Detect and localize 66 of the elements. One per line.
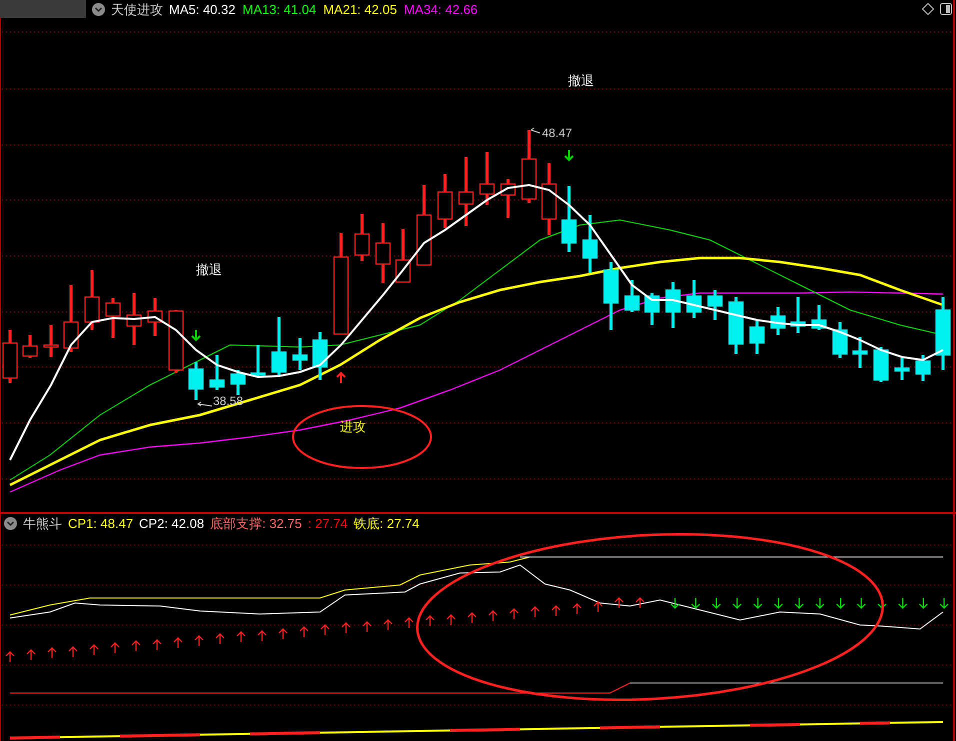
candlestick xyxy=(84,270,100,330)
candlestick xyxy=(147,298,163,336)
candlestick xyxy=(749,320,765,354)
indicator-value: MA34: 42.66 xyxy=(404,2,478,16)
candlestick xyxy=(873,347,889,382)
indicator-value: MA13: 41.04 xyxy=(242,2,316,16)
candlestick xyxy=(479,152,495,205)
down-arrow-icon xyxy=(564,149,574,162)
chevron-circle-icon[interactable] xyxy=(92,2,105,16)
candlestick xyxy=(707,290,723,320)
candlestick xyxy=(230,370,246,395)
leader-line xyxy=(530,128,540,134)
candlestick xyxy=(63,285,79,352)
candlestick xyxy=(728,297,744,354)
indicator-value: 底部支撑: 32.75 xyxy=(210,516,302,530)
price-label: 48.47 xyxy=(542,127,572,139)
candlestick xyxy=(312,332,328,380)
candlestick xyxy=(894,358,910,380)
candlestick xyxy=(126,293,142,345)
candlestick xyxy=(915,355,931,381)
candlestick xyxy=(790,297,806,333)
indicator-value: CP1: 48.47 xyxy=(68,516,134,530)
candlestick xyxy=(770,307,786,335)
candlestick xyxy=(852,337,868,368)
down-arrow-icon xyxy=(191,329,201,342)
up-arrow-icon xyxy=(336,372,346,384)
signal-label: 撤退 xyxy=(196,263,222,276)
candlestick xyxy=(686,280,702,318)
candlestick xyxy=(832,322,848,358)
candlestick xyxy=(395,229,411,283)
candlestick xyxy=(541,163,557,235)
diamond-icon[interactable] xyxy=(922,3,934,15)
candlestick xyxy=(500,179,516,218)
panel-toggle-icon[interactable] xyxy=(940,3,952,15)
price-label: 38.58 xyxy=(213,395,244,407)
candlestick xyxy=(271,317,287,375)
candlestick xyxy=(624,280,640,312)
indicator-value: CP2: 42.08 xyxy=(139,516,204,530)
candlestick xyxy=(644,293,660,325)
candlestick xyxy=(458,157,474,226)
indicator-value: MA21: 42.05 xyxy=(323,2,397,16)
candlestick xyxy=(437,174,453,228)
indicator-value: : 27.74 xyxy=(308,516,348,530)
candlestick xyxy=(168,310,184,373)
candlestick xyxy=(665,282,681,328)
candlestick xyxy=(561,186,577,252)
candlestick xyxy=(22,335,38,358)
candlestick xyxy=(250,345,266,377)
indicator-title: 牛熊斗 xyxy=(23,516,62,530)
candlestick xyxy=(209,355,225,390)
leader-line xyxy=(197,402,212,406)
signal-label: 进攻 xyxy=(340,420,366,433)
signal-label: 撤退 xyxy=(568,74,594,87)
chevron-circle-icon[interactable] xyxy=(4,516,17,530)
candlestick xyxy=(582,215,598,273)
candlestick xyxy=(292,338,308,370)
candlestick xyxy=(188,362,204,400)
candlestick xyxy=(43,325,59,357)
candlestick xyxy=(375,223,391,283)
indicator-title: 天使进攻 xyxy=(111,2,163,16)
candlestick xyxy=(354,214,370,261)
candlestick xyxy=(811,305,827,330)
candlestick xyxy=(603,262,619,330)
candlestick xyxy=(105,298,121,338)
indicator-value: 铁底: 27.74 xyxy=(354,516,420,530)
indicator-value: MA5: 40.32 xyxy=(169,2,236,16)
